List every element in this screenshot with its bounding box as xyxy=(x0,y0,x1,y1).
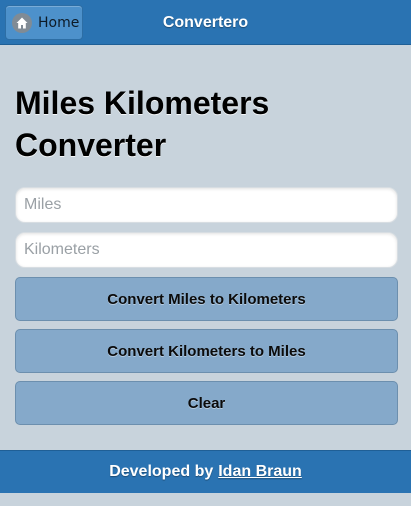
header-bar: Home Convertero xyxy=(0,0,411,45)
miles-input[interactable] xyxy=(15,187,398,223)
page-title: Miles Kilometers Converter xyxy=(15,85,270,163)
convert-miles-to-kilometers-button[interactable]: Convert Miles to Kilometers xyxy=(15,277,398,321)
footer-credit-prefix: Developed by xyxy=(109,463,214,480)
author-link[interactable]: Idan Braun xyxy=(218,463,302,481)
convert-kilometers-to-miles-button[interactable]: Convert Kilometers to Miles xyxy=(15,329,398,373)
app-title: Convertero xyxy=(162,14,249,31)
footer-bar: Developed by Idan Braun xyxy=(0,450,411,493)
clear-button[interactable]: Clear xyxy=(15,381,398,425)
kilometers-input[interactable] xyxy=(15,232,398,268)
